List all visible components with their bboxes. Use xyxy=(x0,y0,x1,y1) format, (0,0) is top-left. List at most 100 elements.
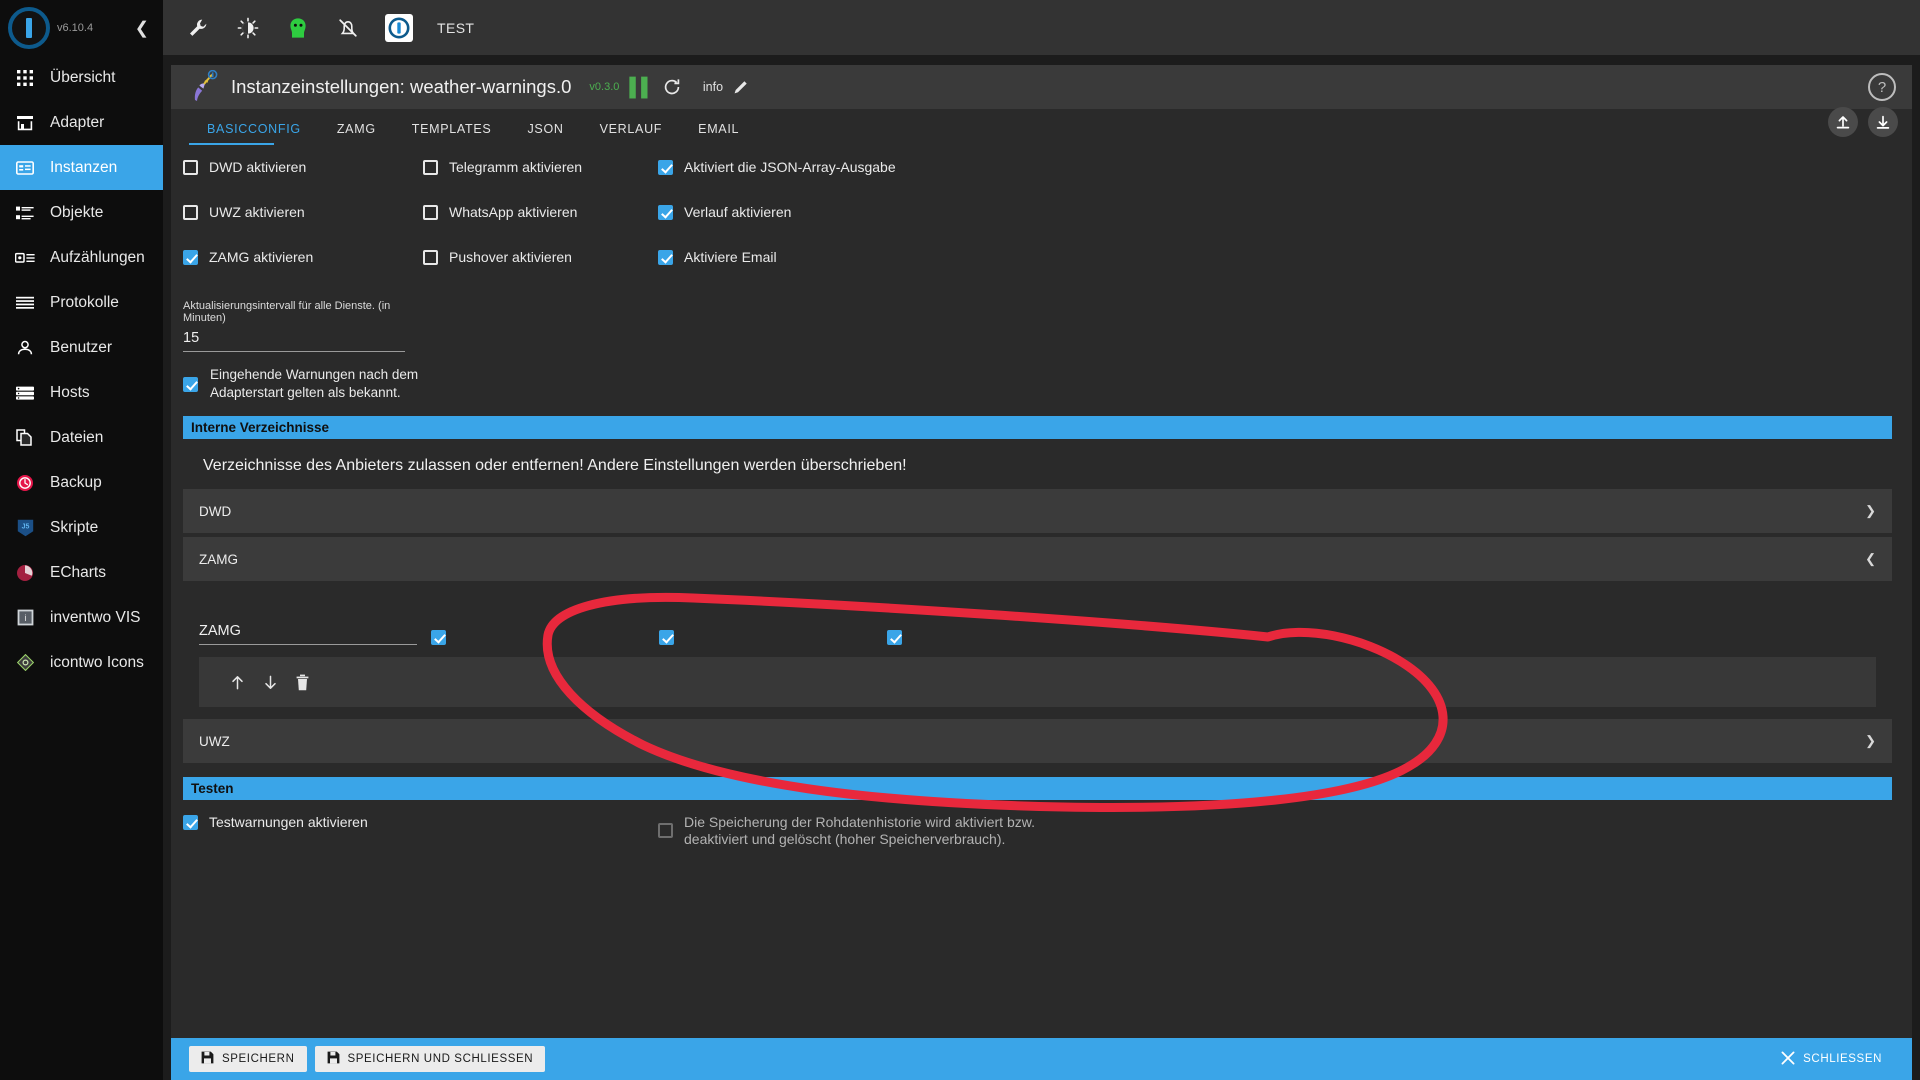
save-and-close-button[interactable]: SPEICHERN UND SCHLIESSEN xyxy=(315,1046,546,1072)
checkbox-row-uwz[interactable]: UWZ aktivieren xyxy=(183,204,423,249)
expert-head-icon[interactable] xyxy=(285,15,311,41)
section-internal-directories: Interne Verzeichnisse xyxy=(183,416,1892,439)
checkbox-uwz[interactable] xyxy=(183,205,198,220)
sidebar-item-label: Protokolle xyxy=(50,294,119,312)
refresh-icon[interactable] xyxy=(663,78,681,96)
checkbox-telegram[interactable] xyxy=(423,160,438,175)
checkbox-dwd[interactable] xyxy=(183,160,198,175)
provider-checkbox-grid: DWD aktivieren UWZ aktivieren ZAMG aktiv… xyxy=(183,159,1892,402)
sidebar-item-uebersicht[interactable]: Übersicht xyxy=(0,55,163,100)
sidebar-item-label: inventwo VIS xyxy=(50,609,140,627)
accordion-label: ZAMG xyxy=(199,552,238,567)
sidebar-item-objekte[interactable]: Objekte xyxy=(0,190,163,235)
sidebar-item-label: Übersicht xyxy=(50,69,115,87)
tab-email[interactable]: EMAIL xyxy=(680,122,757,145)
checkbox-row-whatsapp[interactable]: WhatsApp aktivieren xyxy=(423,204,658,249)
interval-input[interactable] xyxy=(183,324,405,352)
sidebar-item-protokolle[interactable]: Protokolle xyxy=(0,280,163,325)
sidebar-item-backup[interactable]: Backup xyxy=(0,460,163,505)
store-icon xyxy=(14,112,36,134)
chevron-up-icon: ❮ xyxy=(1865,551,1876,567)
download-icon[interactable] xyxy=(1868,107,1898,137)
sidebar-item-hosts[interactable]: Hosts xyxy=(0,370,163,415)
known-after-start-row[interactable]: Eingehende Warnungen nach dem Adaptersta… xyxy=(183,366,453,402)
checkbox-known-after-start[interactable] xyxy=(183,377,198,392)
checkbox-row-json-array[interactable]: Aktiviert die JSON-Array-Ausgabe xyxy=(658,159,896,204)
accordion-uwz[interactable]: UWZ ❯ xyxy=(183,719,1892,763)
info-link[interactable]: info xyxy=(703,80,723,94)
upload-icon[interactable] xyxy=(1828,107,1858,137)
brightness-icon[interactable] xyxy=(235,15,261,41)
accordion-label: UWZ xyxy=(199,734,230,749)
sidebar-item-skripte[interactable]: J5 Skripte xyxy=(0,505,163,550)
checkbox-pushover[interactable] xyxy=(423,250,438,265)
chevron-left-icon[interactable]: ❮ xyxy=(135,19,149,36)
checkbox-row-verlauf[interactable]: Verlauf aktivieren xyxy=(658,204,896,249)
footer-save-buttons: SPEICHERN SPEICHERN UND SCHLIESSEN xyxy=(189,1046,545,1072)
sidebar-item-inventwo-vis[interactable]: i inventwo VIS xyxy=(0,595,163,640)
checkbox-json-array-output[interactable] xyxy=(658,160,673,175)
checkbox-whatsapp[interactable] xyxy=(423,205,438,220)
testing-column-1: Testwarnungen aktivieren xyxy=(183,814,658,859)
checkbox-zamg[interactable] xyxy=(183,250,198,265)
zamg-checkbox-3[interactable] xyxy=(887,630,902,645)
sidebar-item-label: ECharts xyxy=(50,564,106,582)
tab-basicconfig[interactable]: BASICCONFIG xyxy=(189,122,319,145)
sidebar-item-benutzer[interactable]: Benutzer xyxy=(0,325,163,370)
help-icon[interactable]: ? xyxy=(1868,73,1896,101)
checkbox-label: Eingehende Warnungen nach dem Adaptersta… xyxy=(210,366,453,402)
pause-icon[interactable]: ▌▌ xyxy=(629,77,653,98)
checkbox-label: Verlauf aktivieren xyxy=(684,204,791,221)
zamg-name-input[interactable] xyxy=(199,617,417,645)
sidebar-item-icontwo-icons[interactable]: icontwo Icons xyxy=(0,640,163,685)
iobroker-icon[interactable] xyxy=(385,14,413,42)
zamg-checkbox-2[interactable] xyxy=(659,630,674,645)
bell-off-icon[interactable] xyxy=(335,15,361,41)
instances-icon xyxy=(14,157,36,179)
zamg-name-field xyxy=(199,617,417,645)
checkbox-verlauf[interactable] xyxy=(658,205,673,220)
sidebar-item-dateien[interactable]: Dateien xyxy=(0,415,163,460)
zamg-checkbox-slot-3 xyxy=(873,629,1101,645)
sidebar-item-instanzen[interactable]: Instanzen xyxy=(0,145,163,190)
interval-field: Aktualisierungsintervall für alle Dienst… xyxy=(183,300,405,352)
checkbox-row-email[interactable]: Aktiviere Email xyxy=(658,249,896,294)
checkbox-row-testwarnungen[interactable]: Testwarnungen aktivieren xyxy=(183,814,658,859)
close-icon xyxy=(1781,1051,1795,1068)
sidebar-item-aufzaehlungen[interactable]: Aufzählungen xyxy=(0,235,163,280)
iobroker-logo-icon xyxy=(8,7,50,49)
checkbox-rohdatenhistorie[interactable] xyxy=(658,823,673,838)
checkbox-email[interactable] xyxy=(658,250,673,265)
close-button[interactable]: SCHLIESSEN xyxy=(1769,1046,1894,1072)
content-wrapper: Instanzeinstellungen: weather-warnings.0… xyxy=(163,55,1920,1080)
arrow-down-icon[interactable] xyxy=(262,674,279,691)
checkbox-row-rohdatenhistorie[interactable]: Die Speicherung der Rohdatenhistorie wir… xyxy=(658,814,1078,848)
zamg-checkbox-slot-2 xyxy=(645,629,873,645)
arrow-up-icon[interactable] xyxy=(229,674,246,691)
tab-json[interactable]: JSON xyxy=(509,122,581,145)
zamg-checkbox-group xyxy=(417,629,1876,645)
save-button[interactable]: SPEICHERN xyxy=(189,1046,307,1072)
checkbox-row-dwd[interactable]: DWD aktivieren xyxy=(183,159,423,204)
save-icon xyxy=(201,1051,214,1067)
checkbox-testwarnungen[interactable] xyxy=(183,815,198,830)
instance-name-label: TEST xyxy=(437,20,474,36)
checkbox-row-telegram[interactable]: Telegramm aktivieren xyxy=(423,159,658,204)
checkbox-row-pushover[interactable]: Pushover aktivieren xyxy=(423,249,658,294)
sidebar-header: v6.10.4 ❮ xyxy=(0,0,163,55)
tab-templates[interactable]: TEMPLATES xyxy=(394,122,510,145)
sidebar-item-echarts[interactable]: ECharts xyxy=(0,550,163,595)
zamg-checkbox-1[interactable] xyxy=(431,630,446,645)
logs-icon xyxy=(14,292,36,314)
tab-verlauf[interactable]: VERLAUF xyxy=(582,122,681,145)
trash-icon[interactable] xyxy=(295,674,310,691)
tab-zamg[interactable]: ZAMG xyxy=(319,122,394,145)
accordion-zamg[interactable]: ZAMG ❮ xyxy=(183,537,1892,581)
sidebar-item-adapter[interactable]: Adapter xyxy=(0,100,163,145)
wrench-icon[interactable] xyxy=(185,15,211,41)
form-body: DWD aktivieren UWZ aktivieren ZAMG aktiv… xyxy=(171,145,1912,1038)
accordion-dwd[interactable]: DWD ❯ xyxy=(183,489,1892,533)
pencil-icon[interactable] xyxy=(733,79,749,95)
testing-column-2: Die Speicherung der Rohdatenhistorie wir… xyxy=(658,814,1078,859)
checkbox-row-zamg[interactable]: ZAMG aktivieren xyxy=(183,249,423,294)
